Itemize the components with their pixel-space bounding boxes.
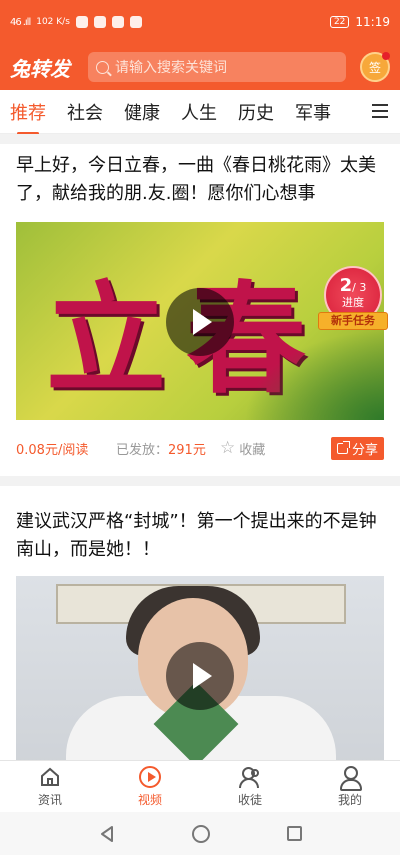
tab-military[interactable]: 军事 [295, 99, 331, 125]
divider [0, 134, 400, 144]
recent-apps-icon[interactable] [286, 826, 302, 841]
progress-count: 2/ 3 [339, 275, 367, 296]
nav-label: 收徒 [237, 792, 262, 807]
nav-label: 视频 [137, 792, 162, 807]
paid-out: 已发放：291元 [116, 442, 206, 458]
article-title[interactable]: 早上好，今日立春，一曲《春日桃花雨》太美了，献给我的朋.友.圈！愿你们心想事 [16, 152, 386, 208]
favorite-button[interactable]: ☆ 收藏 [220, 438, 265, 458]
bottom-nav: 资讯 视频 收徒 我的 [0, 760, 400, 812]
notification-icon [93, 16, 106, 28]
tab-fade [336, 90, 366, 133]
app-header: 兔转发 请输入搜索关键词 签 [0, 44, 400, 90]
notification-icon [111, 16, 124, 28]
share-icon [336, 440, 350, 454]
search-input[interactable]: 请输入搜索关键词 [88, 52, 346, 82]
search-icon [96, 60, 109, 74]
tab-history[interactable]: 历史 [238, 99, 274, 125]
category-tabs: 推荐 社会 健康 人生 历史 军事 [0, 90, 400, 134]
signin-label: 签 [368, 60, 381, 75]
tab-life[interactable]: 人生 [181, 99, 217, 125]
divider [0, 476, 400, 486]
nav-news[interactable]: 资讯 [0, 761, 100, 812]
menu-icon[interactable] [372, 104, 388, 118]
nav-label: 资讯 [37, 792, 62, 807]
video-play-icon [139, 765, 161, 788]
share-label: 分享 [351, 442, 378, 458]
read-rate: 0.08元/阅读 [16, 442, 89, 458]
app-logo: 兔转发 [10, 56, 70, 81]
play-icon[interactable] [166, 288, 234, 356]
nav-me[interactable]: 我的 [300, 761, 400, 812]
search-placeholder: 请输入搜索关键词 [115, 60, 227, 76]
progress-badge[interactable]: 2/ 3 进度 新手任务 [318, 266, 392, 334]
play-icon[interactable] [166, 642, 234, 710]
people-icon [239, 766, 261, 788]
nav-video[interactable]: 视频 [100, 761, 200, 812]
battery-icon: 22 [329, 16, 350, 28]
star-icon: ☆ [220, 438, 236, 458]
article-meta: 0.08元/阅读 已发放：291元 ☆ 收藏 分享 [16, 436, 384, 460]
share-button[interactable]: 分享 [330, 436, 384, 460]
notification-icon [129, 16, 142, 28]
home-button-icon[interactable] [191, 824, 210, 843]
back-icon[interactable] [99, 825, 115, 843]
favorite-label: 收藏 [239, 442, 266, 458]
nav-apprentice[interactable]: 收徒 [200, 761, 300, 812]
tab-society[interactable]: 社会 [67, 99, 103, 125]
clock: 11:19 [355, 15, 390, 29]
notification-dot [382, 52, 390, 60]
user-icon [339, 765, 362, 791]
tab-health[interactable]: 健康 [124, 99, 160, 125]
notification-icon [75, 16, 88, 28]
speed-readout: 102 K/s [36, 17, 70, 27]
tab-recommend[interactable]: 推荐 [10, 99, 46, 125]
nav-label: 我的 [337, 792, 362, 807]
progress-label: 进度 [342, 296, 364, 309]
status-bar: 46 .ıll 102 K/s 22 11:19 [0, 0, 400, 44]
signal-icon: 46 .ıll [10, 16, 31, 28]
status-right: 22 11:19 [329, 15, 390, 29]
article-thumbnail[interactable] [16, 576, 384, 766]
home-icon [39, 766, 61, 788]
status-left: 46 .ıll 102 K/s [10, 16, 142, 28]
newbie-task-ribbon: 新手任务 [318, 312, 388, 330]
signin-button[interactable]: 签 [360, 52, 390, 82]
thumbnail-decoration [244, 330, 384, 420]
system-nav [0, 812, 400, 855]
article-title[interactable]: 建议武汉严格“封城”！第一个提出来的不是钟南山，而是她！！ [16, 508, 386, 564]
